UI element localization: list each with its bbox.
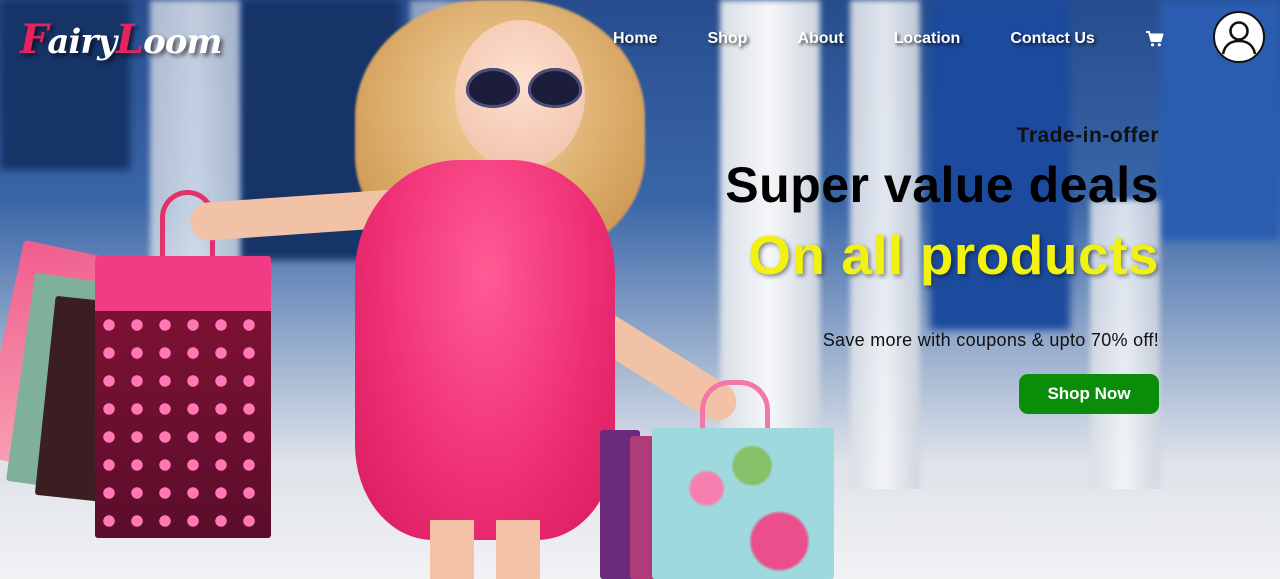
nav-link-location[interactable]: Location	[894, 30, 961, 48]
logo-text-oom: oom	[143, 22, 222, 62]
nav-link-about[interactable]: About	[797, 30, 843, 48]
logo-initial-l: L	[116, 16, 144, 63]
sunglasses-lens	[528, 68, 582, 108]
polka-dot-bag	[95, 256, 271, 538]
floral-bag	[652, 428, 834, 579]
shop-now-button[interactable]: Shop Now	[1019, 373, 1159, 414]
brand-logo[interactable]: FairyLoom	[20, 16, 223, 63]
hero-subtext: Save more with coupons & upto 70% off!	[822, 329, 1159, 350]
user-avatar-icon[interactable]	[1213, 11, 1265, 63]
logo-initial-f: F	[20, 16, 48, 63]
girl-legs	[430, 520, 540, 579]
hero-headline: Super value deals	[725, 157, 1159, 213]
hero-eyebrow: Trade-in-offer	[1016, 124, 1159, 147]
main-navigation: Home Shop About Location Contact Us	[613, 28, 1164, 50]
hero-highlight: On all products	[748, 224, 1159, 286]
shopping-cart-icon[interactable]	[1145, 30, 1164, 48]
nav-link-contact-us[interactable]: Contact Us	[1010, 30, 1094, 48]
sunglasses-lens	[466, 68, 520, 108]
pink-dress	[355, 160, 615, 540]
nav-link-home[interactable]: Home	[613, 30, 657, 48]
hero-banner: Trade-in-offer Super value deals On all …	[725, 124, 1159, 414]
nav-link-shop[interactable]: Shop	[707, 30, 747, 48]
logo-text-airy: airy	[47, 22, 117, 62]
